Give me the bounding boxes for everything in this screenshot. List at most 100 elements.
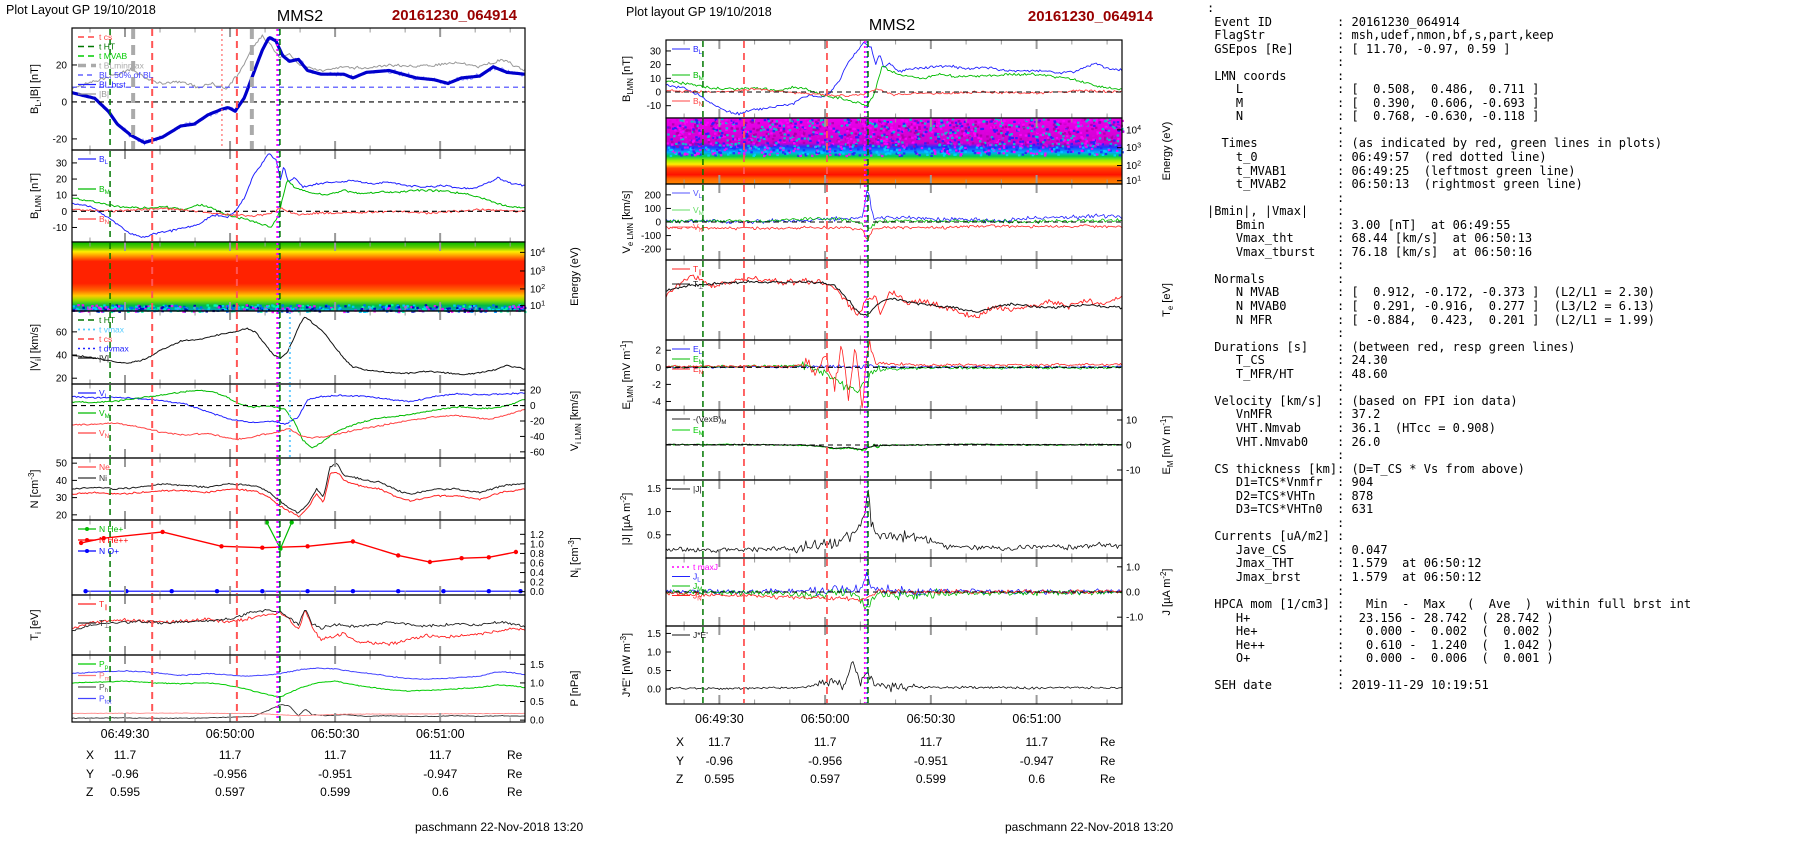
plot-layout-label: Plot layout GP 19/10/2018 — [626, 5, 772, 19]
svg-text:T∥: T∥ — [693, 264, 701, 276]
svg-text:104: 104 — [530, 245, 545, 259]
panel-bl-babs: 20 0 -20 BL,|B| [nT] t cst HTt MVABt BLminma… — [29, 27, 526, 151]
svg-text:10: 10 — [56, 191, 68, 202]
svg-text:06:50:00: 06:50:00 — [801, 712, 850, 726]
svg-text:102: 102 — [530, 282, 545, 296]
svg-text:100: 100 — [644, 204, 661, 215]
svg-text:T∥: T∥ — [99, 599, 107, 611]
svg-text:t maxJ: t maxJ — [693, 562, 718, 572]
svg-text:104: 104 — [1126, 123, 1141, 137]
svg-text:06:50:30: 06:50:30 — [311, 727, 360, 741]
svg-text:0.0: 0.0 — [530, 587, 544, 598]
svg-text:J [µA m-2]: J [µA m-2] — [1159, 569, 1173, 616]
svg-text:30: 30 — [56, 158, 68, 169]
position-value: 11.7 — [708, 735, 731, 749]
svg-text:N [cm-3]: N [cm-3] — [27, 470, 41, 509]
svg-text:20: 20 — [56, 60, 68, 71]
svg-text:2: 2 — [655, 346, 661, 357]
svg-text:40: 40 — [56, 351, 68, 362]
svg-text:1.0: 1.0 — [647, 648, 661, 659]
position-value: 0.595 — [704, 772, 734, 786]
svg-text:30: 30 — [56, 493, 68, 504]
panel-b-lmn: 30 20 10 0 -10 BLMN [nT] BL BM BN — [29, 149, 526, 243]
svg-text:BL, 50% of BL: BL, 50% of BL — [99, 70, 154, 80]
svg-text:1.0: 1.0 — [647, 507, 661, 518]
svg-text:10: 10 — [1126, 416, 1138, 427]
panel-j-lmn: 1.00.0-1.0J [µA m-2]t maxJJLJMJN — [665, 557, 1173, 627]
svg-text:10: 10 — [650, 74, 662, 85]
position-value: 11.7 — [219, 748, 242, 762]
position-value: 11.7 — [814, 735, 837, 749]
svg-text:t MVAB: t MVAB — [99, 51, 128, 61]
panel-minor-ion-density: 1.21.00.80.60.40.20.0Ni [cm-3]N He+N He+… — [71, 519, 583, 598]
svg-text:t HT: t HT — [99, 315, 115, 325]
svg-text:0.5: 0.5 — [647, 666, 661, 677]
svg-text:0.0: 0.0 — [530, 716, 544, 727]
svg-text:0: 0 — [61, 97, 67, 108]
position-value: 0.597 — [215, 785, 245, 799]
svg-text:BM: BM — [99, 184, 110, 196]
panel-j-mag: 1.5 1.0 0.5 |J| [µA m-2] |J| — [619, 479, 1123, 559]
time-axis: 06:49:30 06:50:00 06:50:30 06:51:00 — [695, 712, 1061, 726]
svg-text:t vmax: t vmax — [99, 325, 125, 335]
svg-text:0.5: 0.5 — [530, 697, 544, 708]
position-unit: Re — [1100, 754, 1116, 768]
svg-text:1.0: 1.0 — [530, 678, 544, 689]
svg-text:06:51:00: 06:51:00 — [1012, 712, 1061, 726]
svg-text:Ni: Ni — [99, 473, 107, 483]
plot-layout-label: Plot Layout GP 19/10/2018 — [6, 3, 156, 17]
position-unit: Re — [507, 767, 523, 781]
svg-text:0: 0 — [655, 363, 661, 374]
position-value: 0.6 — [1028, 772, 1045, 786]
svg-text:|B|: |B| — [99, 89, 109, 99]
figure-middle-plot: 3020100-10BLMN [nT]BLBMBN104103102101 Ene… — [619, 39, 1175, 786]
svg-text:0: 0 — [655, 218, 661, 229]
svg-text:|V|: |V| — [99, 353, 109, 363]
info-panel: : Event ID : 20161230_064914 FlagStr : m… — [1207, 1, 1692, 693]
svg-text:BL brst: BL brst — [99, 80, 126, 90]
svg-text:BM: BM — [693, 70, 704, 82]
svg-text:0: 0 — [1126, 441, 1132, 452]
svg-text:BLMN [nT]: BLMN [nT] — [621, 56, 635, 102]
svg-text:06:50:00: 06:50:00 — [206, 727, 255, 741]
time-axis: 06:49:30 06:50:00 06:50:30 06:51:00 — [101, 727, 465, 741]
svg-text:0.0: 0.0 — [647, 685, 661, 696]
svg-text:1.5: 1.5 — [647, 629, 661, 640]
figure-left: Plot Layout GP 19/10/2018 MMS2 20161230_… — [0, 0, 600, 841]
position-value: 0.597 — [810, 772, 840, 786]
svg-text:20: 20 — [530, 386, 542, 397]
svg-text:Pp: Pp — [99, 659, 109, 671]
position-unit: Re — [1100, 772, 1116, 786]
position-unit: Re — [1100, 735, 1116, 749]
svg-text:-60: -60 — [530, 447, 545, 458]
position-value: 0.599 — [320, 785, 350, 799]
svg-text:1.0: 1.0 — [1126, 562, 1140, 573]
position-value: 11.7 — [114, 748, 137, 762]
svg-text:J*E': J*E' — [693, 630, 708, 640]
position-value: -0.951 — [914, 754, 948, 768]
svg-text:BL,|B| [nT]: BL,|B| [nT] — [29, 64, 43, 114]
svg-text:VN: VN — [99, 428, 109, 440]
svg-text:P [nPa]: P [nPa] — [569, 671, 581, 707]
svg-text:103: 103 — [1126, 141, 1141, 155]
panel-ve-lmn: 200 100 0 -100 -200 Ve LMN [km/s] VL VM VN — [621, 183, 1123, 261]
svg-text:06:50:30: 06:50:30 — [907, 712, 956, 726]
position-value: -0.956 — [213, 767, 247, 781]
svg-text:Vi LMN [km/s]: Vi LMN [km/s] — [569, 391, 583, 451]
svg-text:102: 102 — [1126, 158, 1141, 172]
figure-left-plot: 200-20BL,|B| [nT]t cst HTt MVABt BLminma… — [27, 27, 583, 799]
position-table: X 11.7 11.7 11.7 11.7 Re Y -0.96 -0.956 -0.951 -0.… — [86, 748, 523, 799]
svg-text:-40: -40 — [530, 432, 545, 443]
svg-text:VN: VN — [693, 222, 703, 234]
svg-text:Ne: Ne — [99, 462, 110, 472]
position-row-label: X — [676, 735, 684, 749]
panel-vi-lmn: 200-20-40-60 Vi LMN [km/s]VLVMVN — [71, 383, 583, 459]
svg-text:t HT: t HT — [99, 42, 115, 52]
svg-text:|J|: |J| — [693, 484, 702, 494]
svg-text:-10: -10 — [1126, 466, 1141, 477]
svg-text:1.5: 1.5 — [647, 484, 661, 495]
svg-text:101: 101 — [530, 298, 545, 312]
svg-text:Ve LMN [km/s]: Ve LMN [km/s] — [621, 191, 635, 254]
plot-credit: paschmann 22-Nov-2018 13:20 — [415, 820, 584, 834]
svg-text:t cs: t cs — [99, 32, 112, 42]
